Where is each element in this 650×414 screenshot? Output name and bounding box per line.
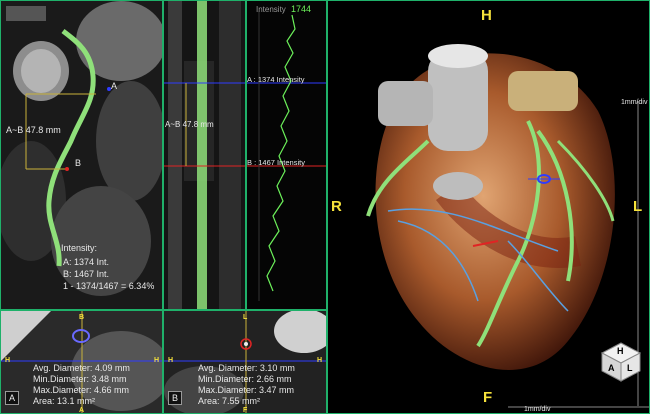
cs-b-left: H bbox=[168, 357, 174, 364]
straight-distance-label: A~B 47.8 mm bbox=[165, 120, 214, 129]
intensity-a: A: 1374 Int. bbox=[63, 257, 110, 267]
cs-b-top: L bbox=[243, 314, 248, 321]
cs-a-max: Max.Diameter: 4.66 mm bbox=[33, 385, 130, 395]
marker-a-label: A bbox=[111, 81, 118, 91]
cs-b-min: Min.Diameter: 2.66 mm bbox=[198, 374, 292, 384]
cube-face-left: A bbox=[608, 363, 615, 373]
volume-render-view[interactable]: H R L F 1mm/div 1mm/div H A L bbox=[327, 0, 650, 414]
cs-b-badge: B bbox=[168, 391, 182, 405]
cs-a-min: Min.Diameter: 3.48 mm bbox=[33, 374, 127, 384]
cs-b-avg: Avg. Diameter: 3.10 mm bbox=[198, 363, 295, 373]
cs-a-right: H bbox=[154, 357, 160, 364]
cs-b-max: Max.Diameter: 3.47 mm bbox=[198, 385, 295, 395]
intensity-title: Intensity: bbox=[61, 243, 98, 253]
profile-max: 1744 bbox=[291, 4, 312, 14]
orient-top: H bbox=[481, 7, 492, 24]
cs-a-badge: A bbox=[5, 391, 19, 405]
intensity-profile-plot bbox=[247, 11, 326, 301]
straight-mpr-view[interactable]: A~B 47.8 mm bbox=[163, 0, 246, 310]
profile-marker-a: A : 1374 Intensity bbox=[247, 75, 305, 84]
cs-b-area: Area: 7.55 mm² bbox=[198, 396, 261, 406]
curved-mpr-view[interactable]: A B A~B 47.8 mm Intensity: A: 1374 Int. … bbox=[0, 0, 163, 310]
intensity-b: B: 1467 Int. bbox=[63, 269, 110, 279]
straight-mpr-image bbox=[164, 1, 245, 309]
orient-bottom: F bbox=[483, 389, 493, 406]
cube-face-right: L bbox=[627, 363, 633, 373]
cs-b-right: H bbox=[317, 357, 323, 364]
cross-section-b-view[interactable]: L H H Avg. Diameter: 3.10 mm Min.Diamete… bbox=[163, 310, 327, 414]
cs-a-left: H bbox=[5, 357, 11, 364]
cs-b-bottom: F bbox=[243, 407, 248, 414]
profile-title: Intensity bbox=[256, 5, 286, 14]
intensity-profile-view[interactable]: Intensity 1744 A : 1374 Intensity B : 14… bbox=[246, 0, 327, 310]
cube-face-top: H bbox=[617, 346, 624, 356]
scale-right: 1mm/div bbox=[621, 99, 648, 106]
cs-a-area: Area: 13.1 mm² bbox=[33, 396, 96, 406]
cross-section-a-view[interactable]: B H H Avg. Diameter: 4.09 mm Min.Diamete… bbox=[0, 310, 163, 414]
cs-a-bottom: A bbox=[79, 407, 85, 414]
orient-right: L bbox=[633, 198, 643, 215]
intensity-ratio: 1 - 1374/1467 = 6.34% bbox=[63, 281, 155, 291]
cs-a-top: B bbox=[79, 314, 85, 321]
distance-label: A~B 47.8 mm bbox=[6, 125, 61, 135]
marker-b-label: B bbox=[75, 158, 82, 168]
cs-a-avg: Avg. Diameter: 4.09 mm bbox=[33, 363, 130, 373]
orient-left: R bbox=[331, 198, 342, 215]
profile-marker-b: B : 1467 Intensity bbox=[247, 158, 305, 167]
orientation-cube[interactable]: H A L bbox=[600, 341, 642, 383]
scale-bottom: 1mm/div bbox=[524, 406, 551, 413]
